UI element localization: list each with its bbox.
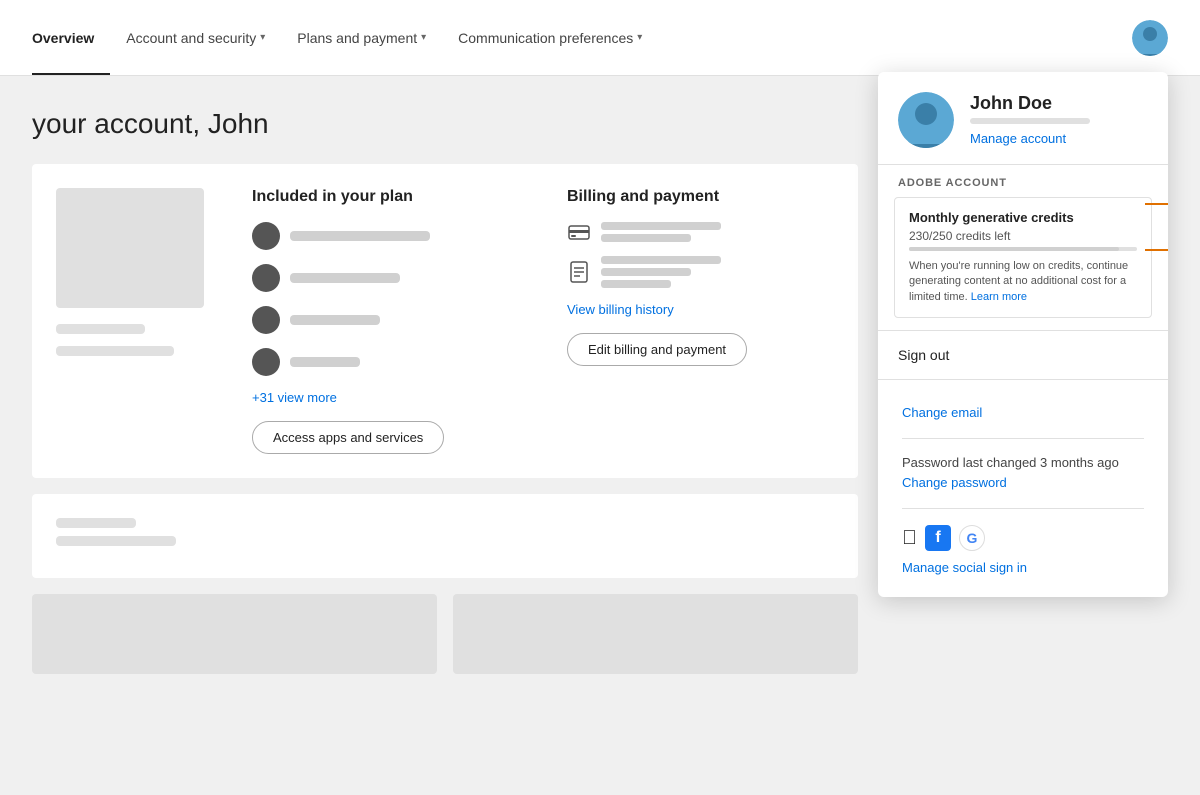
right-panel-content: Change email Password last changed 3 mon… — [878, 384, 1168, 597]
card-main-content: Included in your plan — [32, 164, 858, 478]
change-email-link[interactable]: Change email — [902, 405, 982, 420]
change-password-link[interactable]: Change password — [902, 475, 1007, 490]
popup-progress-bar — [970, 118, 1090, 124]
popup-user-info: John Doe Manage account — [970, 93, 1148, 148]
facebook-icon: f — [925, 525, 951, 551]
plan-dot-4 — [252, 348, 280, 376]
skeleton-bar-sm-1 — [56, 518, 136, 528]
main-card: Included in your plan — [32, 164, 858, 478]
nav-plans-payment-label: Plans and payment — [297, 30, 417, 46]
plan-section: Included in your plan — [252, 188, 519, 454]
user-avatar-button[interactable] — [1132, 20, 1168, 56]
bottom-card-left — [32, 594, 437, 674]
billing-bar-2c — [601, 280, 671, 288]
plan-dot-1 — [252, 222, 280, 250]
second-card — [32, 494, 858, 578]
google-icon: G — [959, 525, 985, 551]
sign-out-button[interactable]: Sign out — [878, 335, 1168, 375]
plan-item-4 — [252, 348, 519, 376]
billing-receipt-icon — [567, 262, 591, 282]
nav-account-security[interactable]: Account and security ▾ — [110, 0, 281, 75]
billing-bar-2b — [601, 268, 691, 276]
edit-billing-button[interactable]: Edit billing and payment — [567, 333, 747, 366]
billing-bar-1b — [601, 234, 691, 242]
left-sidebar-skeleton — [56, 188, 204, 454]
password-last-changed: Password last changed 3 months ago — [902, 455, 1144, 470]
billing-bar-2a — [601, 256, 721, 264]
manage-social-link[interactable]: Manage social sign in — [902, 560, 1027, 575]
bottom-row — [32, 594, 858, 674]
apple-icon:  — [902, 527, 917, 550]
manage-account-link[interactable]: Manage account — [970, 131, 1066, 146]
nav-account-security-label: Account and security — [126, 30, 256, 46]
social-icons-row:  f G — [902, 525, 1144, 551]
plan-dot-2 — [252, 264, 280, 292]
plan-section-title: Included in your plan — [252, 188, 519, 206]
access-apps-button[interactable]: Access apps and services — [252, 421, 444, 454]
learn-more-link[interactable]: Learn more — [971, 291, 1027, 303]
bottom-card-right — [453, 594, 858, 674]
credits-bar-container — [909, 247, 1137, 251]
nav-overview[interactable]: Overview — [32, 0, 110, 75]
nav-comm-prefs[interactable]: Communication preferences ▾ — [442, 0, 658, 75]
plan-bar-1 — [290, 231, 430, 241]
popup-username: John Doe — [970, 93, 1148, 114]
popup-divider-3 — [878, 379, 1168, 380]
nav-overview-label: Overview — [32, 30, 94, 46]
plan-bar-2 — [290, 273, 400, 283]
user-dropdown-popup: John Doe Manage account ADOBE ACCOUNT Mo… — [878, 72, 1168, 597]
billing-row-2 — [567, 256, 834, 288]
plans-payment-chevron-icon: ▾ — [421, 32, 426, 43]
password-section: Password last changed 3 months ago Chang… — [902, 455, 1144, 492]
credits-desc: When you're running low on credits, cont… — [909, 259, 1137, 305]
plan-item-1 — [252, 222, 519, 250]
popup-divider-1 — [878, 164, 1168, 165]
nav-plans-payment[interactable]: Plans and payment ▾ — [281, 0, 442, 75]
billing-row-1 — [567, 222, 834, 242]
popup-divider-2 — [878, 330, 1168, 331]
account-security-chevron-icon: ▾ — [260, 32, 265, 43]
billing-bars-1 — [601, 222, 721, 242]
rp-divider-1 — [902, 438, 1144, 439]
billing-section: Billing and payment — [567, 188, 834, 454]
popup-header: John Doe Manage account — [878, 72, 1168, 160]
plan-bar-4 — [290, 357, 360, 367]
billing-bars-2 — [601, 256, 721, 288]
rp-divider-2 — [902, 508, 1144, 509]
comm-prefs-chevron-icon: ▾ — [637, 32, 642, 43]
popup-credits-box: Monthly generative credits 230/250 credi… — [894, 197, 1152, 318]
page-title: your account, John — [32, 108, 858, 140]
view-billing-link[interactable]: View billing history — [567, 302, 834, 317]
billing-card-icon — [567, 222, 591, 242]
plan-item-3 — [252, 306, 519, 334]
popup-section-label: ADOBE ACCOUNT — [878, 169, 1168, 193]
credits-bar-fill — [909, 247, 1119, 251]
content-area: your account, John Included in your plan — [32, 108, 858, 674]
billing-bar-1a — [601, 222, 721, 230]
plan-bar-3 — [290, 315, 380, 325]
plan-item-2 — [252, 264, 519, 292]
credits-count: 230/250 credits left — [909, 229, 1137, 243]
billing-section-title: Billing and payment — [567, 188, 834, 206]
credits-title: Monthly generative credits — [909, 210, 1137, 225]
top-nav: Overview Account and security ▾ Plans an… — [0, 0, 1200, 76]
popup-avatar — [898, 92, 954, 148]
skeleton-bar-md-1 — [56, 536, 176, 546]
view-more-link[interactable]: +31 view more — [252, 390, 519, 405]
plan-dot-3 — [252, 306, 280, 334]
nav-comm-prefs-label: Communication preferences — [458, 30, 633, 46]
